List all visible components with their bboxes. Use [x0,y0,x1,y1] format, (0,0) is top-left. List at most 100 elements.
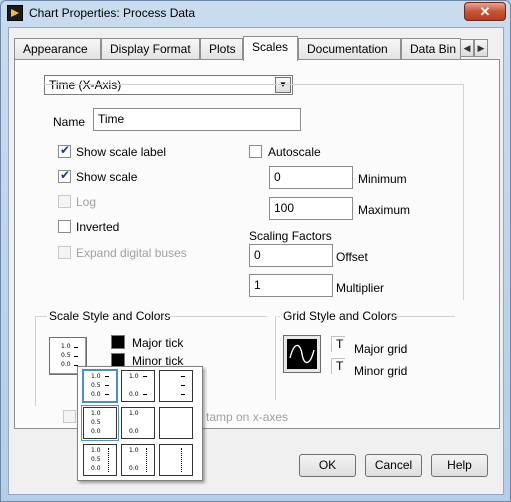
major-grid-label: Major grid [354,342,408,356]
tick-mark [105,385,109,386]
group-right-line [463,84,464,300]
timestamp-label-partial: tamp on x-axes [206,410,289,424]
scale-style-option-6[interactable] [159,407,193,439]
maximum-label: Maximum [358,203,411,217]
offset-input[interactable]: 0 [249,244,333,267]
tab-scroll-right-icon[interactable]: ▶ [474,39,488,57]
scale-style-option-7[interactable]: 1.0 0.5 0.0 [83,444,117,476]
tick-label-bot: 0.0 [61,361,71,368]
scale-style-option-3[interactable] [159,370,193,402]
tick-label-bot: 0.0 [91,391,101,398]
scale-style-option-5[interactable]: 1.0 0.0 [121,407,155,439]
tick-label-top: 1.0 [129,447,139,454]
tab-plots[interactable]: Plots [200,38,243,60]
offset-label: Offset [336,250,368,264]
tick-label-top: 1.0 [129,410,139,417]
timestamp-checkbox [63,410,76,423]
multiplier-label: Multiplier [336,281,385,295]
major-grid-color-swatch[interactable]: T [331,336,345,352]
tick-mark [143,394,147,395]
expand-digital-buses-label: Expand digital buses [76,246,187,260]
show-scale-checkbox[interactable] [58,168,71,183]
multiplier-input[interactable]: 1 [249,274,333,297]
scale-style-group-line-right [167,316,267,317]
minor-tick-color-swatch[interactable] [111,353,125,367]
grid-style-picker-button[interactable] [283,335,321,373]
autoscale-checkbox[interactable] [249,145,262,158]
show-scale-label-text: Show scale [76,170,138,184]
tick-mark [105,376,109,377]
minor-grid-color-swatch[interactable]: T [331,358,345,374]
dialog-window: Chart Properties: Process Data ✕ Appeara… [0,0,511,502]
minimum-input[interactable]: 0 [269,166,353,189]
tick-label-bot: 0.0 [129,391,139,398]
cancel-button[interactable]: Cancel [365,454,422,477]
tab-scroll-left-icon[interactable]: ◀ [460,39,474,57]
tab-display-format[interactable]: Display Format [101,38,200,60]
scale-style-option-8[interactable]: 1.0 0.0 [121,444,155,476]
tab-strip: Appearance Display Format Plots Scales D… [9,36,505,61]
help-button[interactable]: Help [431,454,488,477]
tick-mark [74,347,78,348]
scale-style-option-4[interactable]: 1.0 0.5 0.0 [81,405,119,441]
title-bar[interactable]: Chart Properties: Process Data ✕ [1,1,510,27]
minor-tick-ruler [146,448,147,472]
sine-wave-icon [287,339,317,369]
grid-style-title: Grid Style and Colors [283,309,398,323]
scale-style-title: Scale Style and Colors [49,309,171,323]
tab-documentation[interactable]: Documentation [298,38,401,60]
minimum-label: Minimum [358,172,407,186]
scale-style-option-1[interactable]: 1.0 0.5 0.0 [82,369,118,403]
inverted-label: Inverted [76,220,120,234]
tick-mark [181,394,185,395]
scaling-factors-title: Scaling Factors [249,229,332,243]
tick-label-bot: 0.0 [91,465,101,472]
scale-style-group-left [35,316,36,406]
tick-label-bot: 0.0 [129,428,139,435]
scale-style-option-9[interactable] [159,444,193,476]
tick-label-mid: 0.5 [91,456,101,463]
tab-appearance[interactable]: Appearance [14,38,101,60]
tick-mark [181,376,185,377]
scale-style-popup: 1.0 0.5 0.0 1.0 0.0 1.0 0.5 0.0 1.0 0.0 [77,366,203,481]
minor-tick-ruler [108,448,109,472]
tick-label-mid: 0.5 [91,419,101,426]
tick-label-mid: 0.5 [91,382,101,389]
tick-mark [74,356,78,357]
axis-select[interactable]: Time (X-Axis) ▼ [44,75,293,95]
group-separator [275,316,276,400]
tab-scales[interactable]: Scales [243,36,298,61]
tick-mark [181,385,185,386]
log-checkbox [58,195,71,208]
major-tick-label: Major tick [132,336,184,350]
tab-data-binding[interactable]: Data Bin [401,38,461,60]
tick-mark [143,376,147,377]
tick-mark [105,394,109,395]
grid-style-group-line [278,316,280,317]
labview-app-icon [7,5,23,21]
autoscale-label: Autoscale [268,145,321,159]
log-label: Log [76,195,97,209]
show-scale-label-checkbox[interactable] [58,143,71,158]
scale-style-option-2[interactable]: 1.0 0.0 [121,370,155,402]
chevron-down-icon[interactable]: ▼ [275,77,291,93]
maximum-input[interactable]: 100 [269,197,353,220]
name-label: Name [53,115,86,129]
tick-label-top: 1.0 [91,410,101,417]
major-tick-color-swatch[interactable] [111,335,125,349]
inverted-checkbox[interactable] [58,220,71,233]
minor-grid-label: Minor grid [354,364,408,378]
show-scale-label-label: Show scale label [76,145,167,159]
tick-label-bot: 0.0 [129,465,139,472]
tick-label-top: 1.0 [61,343,71,350]
scale-style-group-line [35,316,47,317]
tick-label-top: 1.0 [129,373,139,380]
tick-label-mid: 0.5 [61,352,71,359]
close-button[interactable]: ✕ [464,2,506,21]
tick-label-top: 1.0 [91,373,101,380]
grid-style-group-line-right [393,316,455,317]
name-input[interactable]: Time [93,108,301,131]
grid-t-icon: T [336,359,344,373]
ok-button[interactable]: OK [299,454,356,477]
tick-label-top: 1.0 [91,447,101,454]
